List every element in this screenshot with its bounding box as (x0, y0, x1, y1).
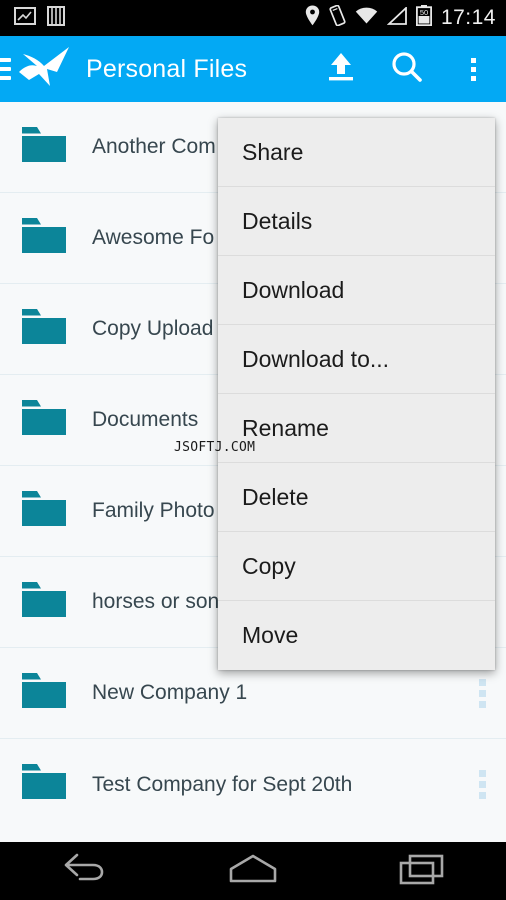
search-button[interactable] (374, 36, 440, 102)
folder-icon (20, 398, 68, 443)
signal-icon (386, 5, 407, 30)
site-watermark: JSOFTJ.COM (174, 440, 256, 455)
folder-icon (20, 580, 68, 625)
file-name-label: Another Com (92, 135, 216, 158)
row-overflow-icon[interactable] (479, 678, 486, 708)
overflow-menu-button[interactable] (440, 36, 506, 102)
app-bar: Personal Files (0, 36, 506, 102)
location-pin-icon (305, 5, 320, 31)
file-name-label: New Company 1 (92, 681, 248, 704)
row-overflow-icon[interactable] (479, 770, 486, 799)
status-bar-clock: 17:14 (440, 6, 496, 29)
app-bar-actions (308, 36, 506, 102)
context-menu-item[interactable]: Download to... (218, 325, 495, 394)
folder-icon (20, 762, 68, 807)
context-menu[interactable]: Share Details Download Download to... Rename… (218, 118, 495, 670)
context-menu-item[interactable]: Copy (218, 532, 495, 601)
navigation-bar (0, 842, 506, 900)
context-menu-item[interactable]: Share (218, 118, 495, 187)
svg-text:50: 50 (420, 8, 428, 17)
battery-icon: 50 (415, 5, 432, 31)
hamburger-menu-icon[interactable] (0, 58, 11, 80)
home-button[interactable] (198, 842, 308, 900)
origami-crane-logo (17, 46, 71, 93)
upload-icon (324, 51, 358, 88)
file-name-label: Awesome Fo (92, 226, 215, 249)
file-list-row[interactable]: Test Company for Sept 20th (0, 739, 506, 830)
book-icon (46, 5, 66, 31)
folder-icon (20, 125, 68, 170)
recents-button[interactable] (367, 842, 477, 900)
home-icon (225, 852, 281, 891)
context-menu-item[interactable]: Download (218, 256, 495, 325)
context-menu-item[interactable]: Delete (218, 463, 495, 532)
wifi-icon (355, 7, 378, 30)
status-bar-right-icons: 50 17:14 (305, 4, 506, 31)
file-name-label: Test Company for Sept 20th (92, 772, 353, 796)
status-bar-left-icons (0, 5, 66, 31)
status-bar: 50 17:14 (0, 0, 506, 36)
folder-icon (20, 489, 68, 534)
back-arrow-icon (60, 852, 108, 891)
file-name-label: Documents (92, 408, 199, 431)
overflow-menu-icon (470, 57, 476, 81)
phone-screen: 50 17:14 Personal Files Another Com Awes… (0, 0, 506, 900)
folder-icon (20, 216, 68, 261)
vibrate-icon (329, 4, 346, 31)
context-menu-item[interactable]: Rename (218, 394, 495, 463)
upload-button[interactable] (308, 36, 374, 102)
page-title: Personal Files (86, 54, 248, 83)
recent-apps-icon (396, 852, 448, 891)
context-menu-item[interactable]: Details (218, 187, 495, 256)
file-name-label: Family Photo (92, 499, 215, 522)
search-icon (390, 50, 424, 89)
folder-icon (20, 307, 68, 352)
file-name-label: Copy Upload (92, 317, 214, 340)
folder-icon (20, 671, 68, 716)
context-menu-item[interactable]: Move (218, 601, 495, 670)
file-name-label: horses or son (92, 590, 220, 613)
screenshot-icon (14, 6, 36, 30)
back-button[interactable] (29, 842, 139, 900)
